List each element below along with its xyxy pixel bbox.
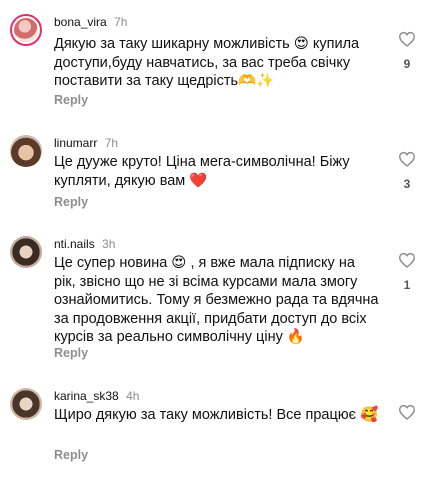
like-control (396, 404, 418, 430)
heart-outline-icon[interactable] (398, 252, 416, 268)
comment-text: Це дууже круто! Ціна мега-символічна! Бі… (54, 154, 350, 189)
username[interactable]: karina_sk38 (54, 389, 119, 403)
timestamp: 3h (102, 237, 116, 251)
comment-header: linumarr 7h (54, 135, 118, 151)
heart-outline-icon[interactable] (398, 31, 416, 47)
like-control: 1 (396, 252, 418, 292)
reply-button[interactable]: Reply (54, 448, 88, 462)
like-control: 3 (396, 151, 418, 191)
timestamp: 7h (104, 136, 119, 150)
comment-header: nti.nails 3h (54, 236, 115, 252)
comment-text: Щиро дякую за таку можливість! Все працю… (54, 407, 379, 423)
avatar[interactable] (10, 14, 42, 46)
avatar[interactable] (10, 135, 42, 167)
comment-header: karina_sk38 4h (54, 388, 139, 404)
reply-button[interactable]: Reply (54, 93, 88, 107)
reply-button[interactable]: Reply (54, 195, 88, 209)
like-count: 9 (403, 57, 411, 71)
username[interactable]: linumarr (54, 136, 97, 150)
heart-outline-icon[interactable] (398, 404, 416, 420)
timestamp: 7h (114, 15, 128, 29)
comments-list: bona_vira 7h Дякую за таку шикарну можли… (0, 0, 435, 480)
reply-button[interactable]: Reply (54, 346, 88, 360)
comment-header: bona_vira 7h (54, 14, 127, 30)
heart-outline-icon[interactable] (398, 151, 416, 167)
timestamp: 4h (126, 389, 140, 403)
like-count: 3 (403, 177, 411, 191)
avatar[interactable] (10, 388, 42, 420)
username[interactable]: nti.nails (54, 237, 95, 251)
like-count: 1 (403, 278, 411, 292)
avatar[interactable] (10, 236, 42, 268)
comment-text: Дякую за таку шикарну можливість 😍 купил… (54, 36, 360, 89)
username[interactable]: bona_vira (54, 15, 107, 29)
like-control: 9 (396, 31, 418, 71)
comment-text: Це супер новина 😍 , я вже мала підписку … (54, 255, 379, 345)
